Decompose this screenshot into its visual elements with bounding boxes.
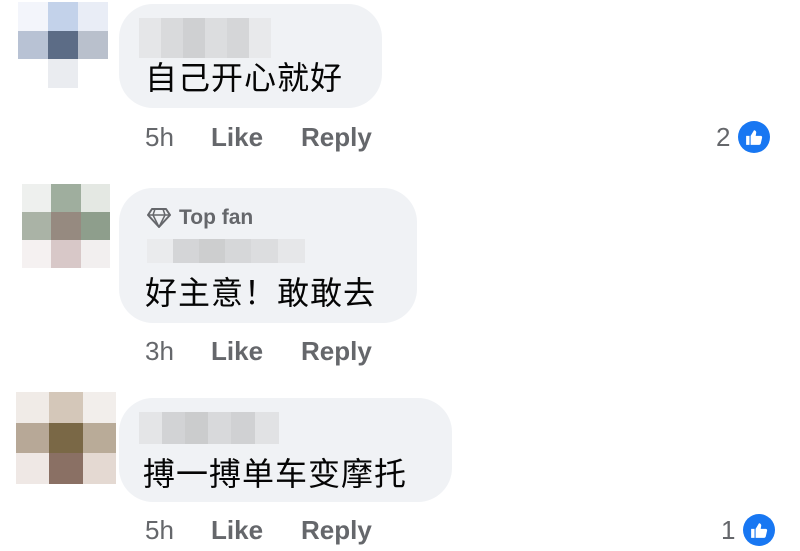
like-button[interactable]: Like bbox=[211, 122, 301, 153]
author-name-blurred[interactable] bbox=[139, 18, 271, 58]
reaction-summary[interactable]: 2 bbox=[716, 121, 771, 153]
comment-actions: 5h Like Reply bbox=[145, 515, 372, 546]
diamond-icon bbox=[147, 208, 171, 228]
reply-button[interactable]: Reply bbox=[301, 336, 372, 367]
avatar[interactable] bbox=[16, 392, 116, 484]
reaction-summary[interactable]: 1 bbox=[721, 514, 776, 546]
reaction-count: 1 bbox=[721, 514, 736, 545]
thumbs-up-icon bbox=[738, 121, 771, 153]
comment-text: 搏一搏单车变摩托 bbox=[143, 455, 408, 493]
comment-actions: 3h Like Reply bbox=[145, 336, 372, 367]
like-button[interactable]: Like bbox=[211, 515, 301, 546]
reply-button[interactable]: Reply bbox=[301, 515, 372, 546]
comment-1: 自己开心就好 5h Like Reply 2 bbox=[0, 0, 800, 170]
author-name-blurred[interactable] bbox=[147, 239, 305, 263]
comment-actions: 5h Like Reply bbox=[145, 122, 372, 153]
timestamp[interactable]: 3h bbox=[145, 336, 211, 367]
like-button[interactable]: Like bbox=[211, 336, 301, 367]
author-name-blurred[interactable] bbox=[139, 412, 279, 444]
avatar[interactable] bbox=[18, 2, 108, 88]
comment-text: 好主意！敢敢去 bbox=[145, 274, 377, 312]
avatar[interactable] bbox=[22, 184, 110, 268]
comment-2: Top fan 好主意！敢敢去 3h Like Reply bbox=[0, 180, 800, 370]
comment-bubble: 搏一搏单车变摩托 bbox=[119, 398, 452, 502]
top-fan-badge[interactable]: Top fan bbox=[147, 206, 253, 230]
comment-text: 自己开心就好 bbox=[145, 59, 344, 97]
reaction-count: 2 bbox=[716, 121, 731, 152]
reply-button[interactable]: Reply bbox=[301, 122, 372, 153]
thumbs-up-icon bbox=[743, 514, 776, 546]
timestamp[interactable]: 5h bbox=[145, 515, 211, 546]
badge-label: Top fan bbox=[179, 206, 254, 229]
timestamp[interactable]: 5h bbox=[145, 122, 211, 153]
comment-3: 搏一搏单车变摩托 5h Like Reply 1 bbox=[0, 390, 800, 551]
comment-bubble: Top fan 好主意！敢敢去 bbox=[119, 188, 417, 323]
comment-bubble: 自己开心就好 bbox=[119, 4, 382, 108]
